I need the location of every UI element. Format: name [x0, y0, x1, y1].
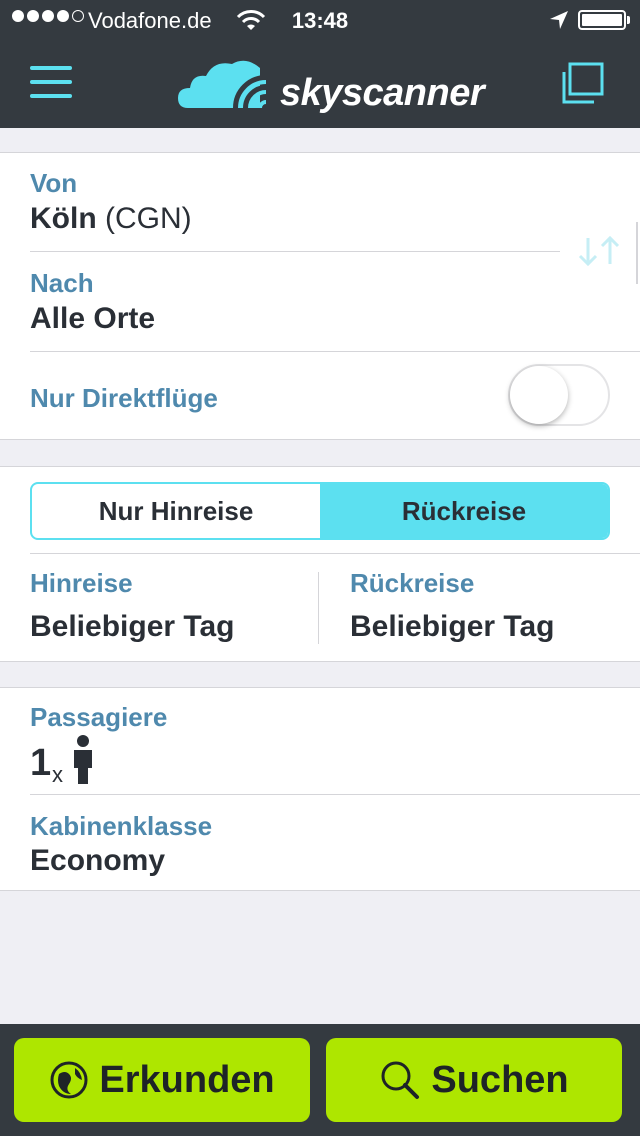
status-bar: Vodafone.de 13:48 — [0, 0, 640, 40]
passenger-multiplier: x — [52, 762, 63, 787]
battery-tip — [627, 16, 630, 24]
search-icon — [381, 1061, 420, 1099]
direct-flights-label: Nur Direktflüge — [30, 383, 218, 413]
return-label: Rückreise — [350, 568, 475, 598]
outbound-date-field[interactable]: Beliebiger Tag — [30, 610, 235, 644]
globe-icon — [50, 1061, 88, 1099]
logo-wordmark: skyscanner — [280, 72, 485, 114]
swap-icon[interactable] — [576, 234, 624, 268]
direct-flights-toggle[interactable] — [508, 364, 610, 426]
cabin-class-label: Kabinenklasse — [30, 811, 213, 841]
passengers-label: Passagiere — [30, 702, 168, 732]
divider — [30, 251, 560, 252]
to-label: Nach — [30, 268, 94, 298]
location-arrow-icon — [550, 11, 568, 29]
menu-icon[interactable] — [30, 64, 74, 100]
passenger-count-field[interactable]: 1 x — [30, 732, 110, 788]
from-label: Von — [30, 168, 78, 198]
search-button[interactable]: Suchen — [326, 1038, 622, 1122]
cabin-class-field[interactable]: Economy — [30, 844, 165, 878]
explore-label: Erkunden — [99, 1058, 275, 1101]
search-label: Suchen — [431, 1058, 569, 1101]
date-divider — [318, 572, 319, 644]
battery-icon — [578, 10, 626, 30]
from-code: (CGN) — [105, 202, 192, 235]
from-city: Köln — [30, 202, 97, 235]
divider — [30, 351, 640, 352]
tab-one-way[interactable]: Nur Hinreise — [32, 484, 320, 538]
from-field[interactable]: Köln (CGN) — [30, 202, 192, 236]
explore-button[interactable]: Erkunden — [14, 1038, 310, 1122]
app-header: Vodafone.de 13:48 skyscanner — [0, 0, 640, 128]
skyscanner-logo: skyscanner — [176, 50, 485, 120]
copy-icon[interactable] — [558, 60, 606, 108]
divider — [30, 553, 640, 554]
divider — [30, 794, 640, 795]
cloud-logo-icon — [178, 60, 267, 109]
return-date-field[interactable]: Beliebiger Tag — [350, 610, 555, 644]
person-icon — [74, 735, 92, 784]
swap-divider — [636, 222, 638, 284]
status-time: 13:48 — [291, 8, 349, 33]
toggle-knob — [510, 366, 568, 424]
outbound-label: Hinreise — [30, 568, 133, 598]
trip-type-selector: Nur Hinreise Rückreise — [30, 482, 610, 540]
passenger-count: 1 — [30, 742, 52, 784]
tab-return[interactable]: Rückreise — [320, 484, 608, 538]
to-field[interactable]: Alle Orte — [30, 302, 155, 336]
